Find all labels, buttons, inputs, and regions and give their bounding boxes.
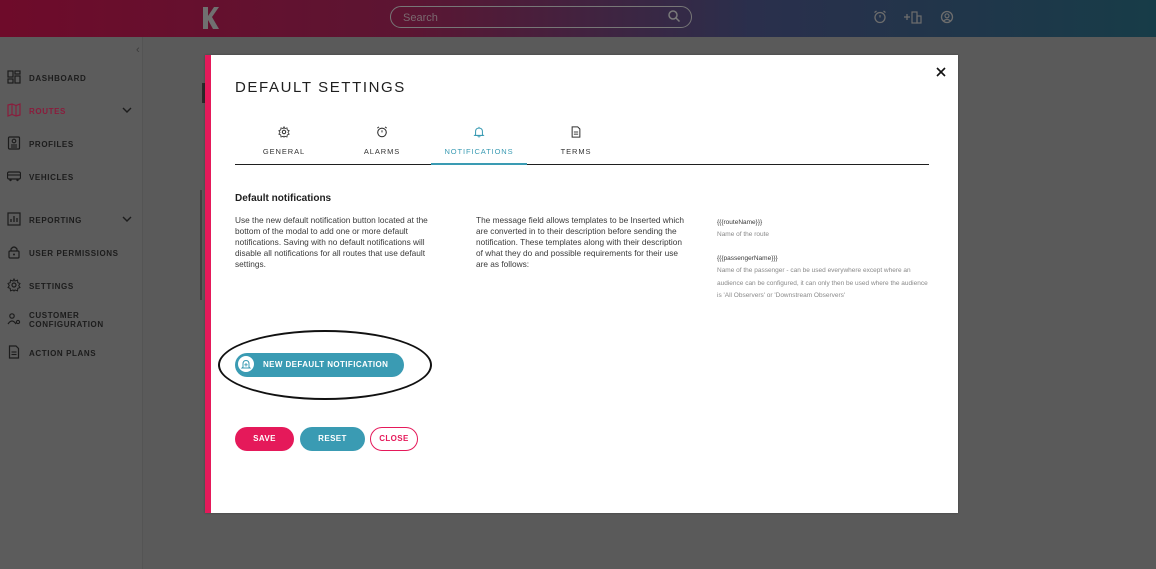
default-settings-modal: DEFAULT SETTINGS GENERAL ALARMS NOTIFICA… — [205, 55, 958, 513]
tab-label: GENERAL — [262, 147, 306, 156]
template-description: Name of the route — [717, 231, 770, 238]
tab-label: NOTIFICATIONS — [444, 147, 514, 156]
sidebar-item-label: DASHBOARD — [29, 73, 87, 83]
chevron-down-icon[interactable] — [122, 215, 132, 223]
sidebar-item-label: REPORTING — [29, 215, 82, 225]
sidebar-item-reporting[interactable]: REPORTING — [0, 208, 142, 232]
button-label: NEW DEFAULT NOTIFICATION — [263, 360, 389, 369]
map-icon — [7, 103, 21, 117]
report-icon — [7, 212, 21, 226]
templates-description: The message field allows templates to be… — [476, 215, 684, 269]
tab-general[interactable]: GENERAL — [247, 120, 321, 163]
save-button[interactable]: SAVE — [235, 427, 294, 451]
sidebar-item-profiles[interactable]: PROFILES — [0, 132, 142, 156]
tab-label: ALARMS — [363, 147, 401, 156]
sidebar-item-label: ROUTES — [29, 106, 66, 116]
tab-label: TERMS — [560, 147, 592, 156]
tab-alarms[interactable]: ALARMS — [345, 120, 419, 163]
sidebar-item-label: USER PERMISSIONS — [29, 248, 119, 258]
sidebar-item-vehicles[interactable]: VEHICLES — [0, 165, 142, 189]
close-button[interactable]: CLOSE — [370, 427, 418, 451]
tab-notifications[interactable]: NOTIFICATIONS — [431, 120, 527, 165]
search-input[interactable] — [401, 10, 655, 26]
sidebar-item-user-permissions[interactable]: USER PERMISSIONS — [0, 241, 142, 265]
background-scrollbar — [200, 190, 202, 300]
bus-icon — [7, 171, 21, 182]
collapse-sidebar-icon[interactable]: ‹ — [136, 44, 140, 56]
lock-icon — [8, 246, 20, 259]
search-box[interactable] — [390, 6, 692, 28]
template-description: Name of the passenger - can be used ever… — [717, 267, 928, 299]
sidebar-item-label: ACTION PLANS — [29, 348, 97, 358]
search-icon[interactable] — [667, 9, 681, 28]
add-building-icon[interactable] — [903, 10, 923, 29]
sidebar-item-label: SETTINGS — [29, 281, 74, 291]
dashboard-icon — [7, 70, 21, 84]
notifications-description: Use the new default notification button … — [235, 215, 428, 269]
logo-icon[interactable] — [200, 5, 220, 31]
alarm-clock-icon[interactable] — [873, 10, 887, 29]
add-notification-icon — [237, 355, 255, 373]
settings-tabs: GENERAL ALARMS NOTIFICATIONS TERMS — [235, 120, 929, 165]
bell-icon — [473, 126, 485, 138]
close-icon[interactable] — [934, 65, 948, 79]
sidebar: ‹ DASHBOARD ROUTES PROFILES VEHICLES REP… — [0, 37, 143, 569]
top-bar — [0, 0, 1156, 37]
chevron-down-icon[interactable] — [122, 106, 132, 114]
template-name: {{{routeName}}} — [717, 219, 763, 226]
alarm-clock-icon — [376, 126, 388, 138]
sidebar-item-action-plans[interactable]: ACTION PLANS — [0, 341, 142, 365]
sidebar-item-settings[interactable]: SETTINGS — [0, 274, 142, 298]
document-icon — [571, 126, 581, 138]
new-default-notification-button[interactable]: NEW DEFAULT NOTIFICATION — [235, 353, 404, 377]
modal-accent-bar — [205, 55, 211, 513]
profile-icon — [7, 136, 21, 150]
account-icon[interactable] — [940, 10, 954, 29]
sidebar-item-label: CUSTOMER CONFIGURATION — [29, 311, 104, 329]
users-config-icon — [7, 313, 21, 325]
sidebar-item-customer-configuration[interactable]: CUSTOMER CONFIGURATION — [0, 308, 142, 332]
sidebar-item-routes[interactable]: ROUTES — [0, 99, 142, 123]
sidebar-item-label: PROFILES — [29, 139, 74, 149]
template-name: {{{passengerName}}} — [717, 255, 778, 262]
gear-icon — [7, 278, 21, 292]
sidebar-item-dashboard[interactable]: DASHBOARD — [0, 66, 142, 90]
tab-terms[interactable]: TERMS — [541, 120, 611, 163]
section-title: Default notifications — [235, 193, 332, 204]
sidebar-item-label: VEHICLES — [29, 172, 74, 182]
modal-title: DEFAULT SETTINGS — [235, 79, 406, 96]
reset-button[interactable]: RESET — [300, 427, 365, 451]
document-icon — [8, 345, 20, 359]
gear-icon — [278, 126, 290, 138]
